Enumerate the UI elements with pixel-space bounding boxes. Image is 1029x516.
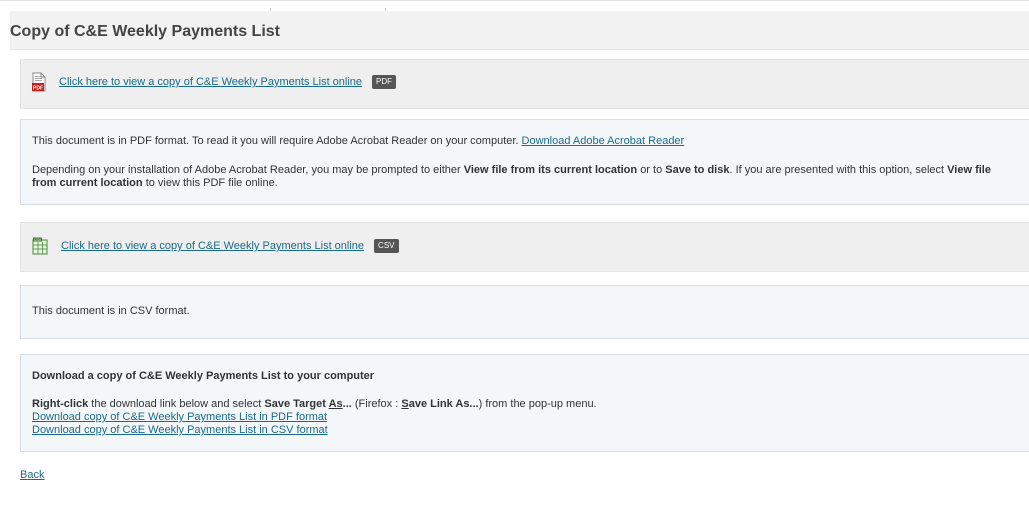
download-csv-line: Download copy of C&E Weekly Payments Lis… <box>32 424 1018 437</box>
view-option-text: View file from its current location <box>463 164 638 176</box>
save-option-text: Save to disk <box>665 164 730 176</box>
download-heading-text: Download a copy of C&E Weekly Payments L… <box>32 370 375 382</box>
pdf-info-text: Depending on your installation of Adobe … <box>32 164 461 176</box>
page-title: Copy of C&E Weekly Payments List <box>10 23 280 40</box>
pdf-badge: PDF <box>372 75 397 89</box>
csv-info-panel: This document is in CSV format. <box>20 285 1029 339</box>
download-instructions: Right-click the download link below and … <box>32 398 1018 411</box>
download-pdf-line: Download copy of C&E Weekly Payments Lis… <box>32 411 1018 424</box>
page-header: Copy of C&E Weekly Payments List <box>10 11 1029 50</box>
pdf-view-panel: PDF Click here to view a copy of C&E Wee… <box>20 59 1029 109</box>
save-link-text: Save Link As... <box>401 398 479 410</box>
csv-view-line: CSV Click here to view a copy of C&E Wee… <box>32 237 399 255</box>
download-acrobat-link[interactable]: Download Adobe Acrobat Reader <box>522 135 685 147</box>
csv-view-panel: CSV Click here to view a copy of C&E Wee… <box>20 222 1029 272</box>
top-border <box>0 0 1029 1</box>
pdf-info-text: to view this PDF file online. <box>145 177 278 189</box>
svg-text:CSV: CSV <box>34 238 42 242</box>
pdf-info-text: or to <box>640 164 663 176</box>
pdf-info-panel: This document is in PDF format. To read … <box>20 119 1029 205</box>
download-heading: Download a copy of C&E Weekly Payments L… <box>32 370 1018 383</box>
pdf-info-line2: Depending on your installation of Adobe … <box>32 164 1018 190</box>
pdf-info-text: This document is in PDF format. To read … <box>32 135 519 147</box>
pdf-file-icon: PDF <box>32 72 46 92</box>
csv-info-text: This document is in CSV format. <box>32 305 190 317</box>
csv-badge: CSV <box>374 239 399 253</box>
save-target-text: Save Target As... <box>264 398 352 410</box>
back-link[interactable]: Back <box>20 469 44 481</box>
instruction-text: the download link below and select <box>91 398 262 410</box>
right-click-text: Right-click <box>32 398 89 410</box>
svg-text:PDF: PDF <box>33 86 43 92</box>
instruction-text: ) from the pop-up menu. <box>478 398 597 410</box>
pdf-info-line1: This document is in PDF format. To read … <box>32 135 1018 148</box>
view-pdf-online-link[interactable]: Click here to view a copy of C&E Weekly … <box>59 76 362 88</box>
download-csv-link[interactable]: Download copy of C&E Weekly Payments Lis… <box>32 424 328 436</box>
spreadsheet-file-icon: CSV <box>32 237 48 255</box>
pdf-info-text: . If you are presented with this option,… <box>729 164 945 176</box>
download-panel: Download a copy of C&E Weekly Payments L… <box>20 354 1029 452</box>
pdf-view-line: PDF Click here to view a copy of C&E Wee… <box>32 72 397 92</box>
download-pdf-link[interactable]: Download copy of C&E Weekly Payments Lis… <box>32 411 327 423</box>
view-csv-online-link[interactable]: Click here to view a copy of C&E Weekly … <box>61 240 364 252</box>
instruction-text: (Firefox : <box>354 398 399 410</box>
